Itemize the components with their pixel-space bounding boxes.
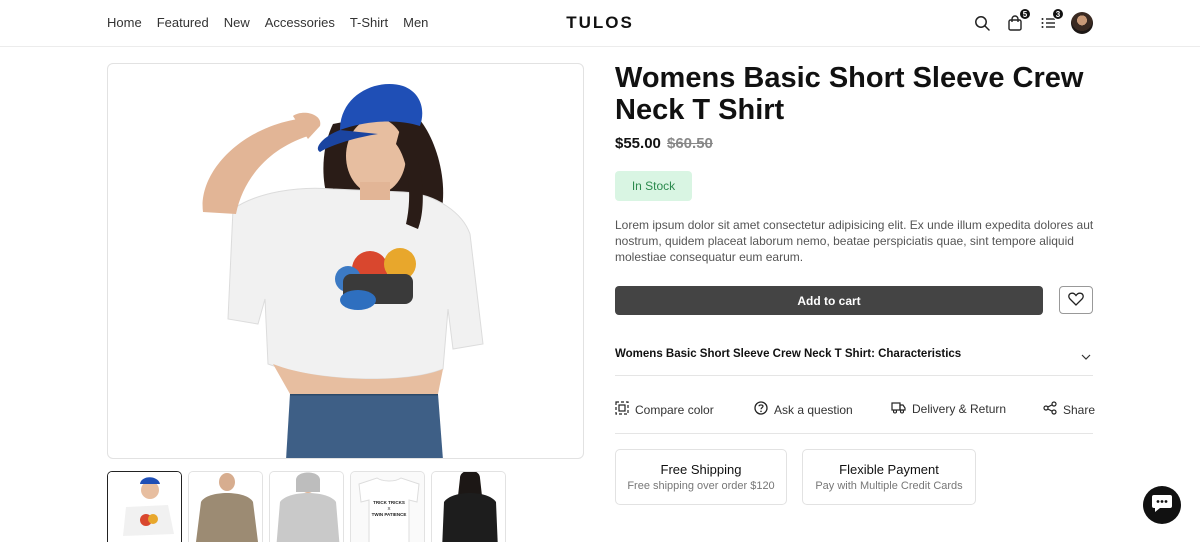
product-description: Lorem ipsum dolor sit amet consectetur a…	[615, 218, 1094, 264]
thumbnail-5[interactable]	[431, 471, 506, 542]
share-action[interactable]: Share	[1043, 401, 1095, 418]
compare-count-badge: 3	[1052, 8, 1064, 20]
free-shipping-card: Free Shipping Free shipping over order $…	[615, 449, 787, 505]
heart-icon	[1068, 292, 1084, 309]
model-photo	[202, 83, 484, 458]
product-actions: Compare color Ask a question Delivery & …	[615, 399, 1095, 434]
thumbnail-2[interactable]	[188, 471, 263, 542]
compare-list-icon[interactable]: 3	[1038, 8, 1064, 33]
chevron-down-icon	[1081, 349, 1091, 367]
wishlist-button[interactable]	[1059, 286, 1093, 314]
ask-question-label: Ask a question	[774, 402, 853, 417]
delivery-return-action[interactable]: Delivery & Return	[891, 401, 1006, 417]
characteristics-accordion[interactable]: Womens Basic Short Sleeve Crew Neck T Sh…	[615, 340, 1093, 376]
thumbnail-1[interactable]	[107, 471, 182, 542]
header-icons: 5 3	[972, 8, 1093, 34]
thumbnail-tee-print: X	[387, 506, 390, 511]
truck-icon	[891, 401, 906, 417]
product-price: $55.00	[615, 135, 661, 152]
free-shipping-title: Free Shipping	[660, 462, 742, 477]
share-icon	[1043, 401, 1057, 418]
share-label: Share	[1063, 402, 1096, 417]
product-main-image[interactable]	[107, 63, 584, 459]
thumbnail-4[interactable]: TRICK TRICKS X TWIN PATIENCE	[350, 471, 425, 542]
free-shipping-subtitle: Free shipping over order $120	[627, 480, 775, 492]
characteristics-label: Womens Basic Short Sleeve Crew Neck T Sh…	[615, 348, 962, 360]
compare-color-label: Compare color	[635, 402, 714, 417]
question-icon	[754, 401, 768, 418]
flexible-payment-subtitle: Pay with Multiple Credit Cards	[815, 480, 963, 492]
delivery-return-label: Delivery & Return	[912, 402, 1007, 416]
compare-color-action[interactable]: Compare color	[615, 401, 714, 418]
thumbnail-3[interactable]	[269, 471, 344, 542]
product-old-price: $60.50	[667, 135, 713, 152]
thumbnail-tee-print: TWIN PATIENCE	[372, 512, 407, 517]
thumbnail-tee-print: TRICK TRICKS	[373, 500, 405, 505]
site-header: Home Featured New Accessories T-Shirt Me…	[0, 0, 1200, 47]
flexible-payment-card: Flexible Payment Pay with Multiple Credi…	[802, 449, 976, 505]
cart-count-badge: 5	[1019, 8, 1031, 20]
ask-question-action[interactable]: Ask a question	[754, 401, 853, 418]
user-avatar[interactable]	[1071, 12, 1093, 34]
thumbnail-strip: TRICK TRICKS X TWIN PATIENCE	[107, 471, 506, 542]
add-to-cart-button[interactable]: Add to cart	[615, 286, 1043, 315]
chat-bubble-icon	[1151, 493, 1173, 518]
flexible-payment-title: Flexible Payment	[839, 462, 939, 477]
product-title: Womens Basic Short Sleeve Crew Neck T Sh…	[615, 62, 1084, 126]
compare-icon	[615, 401, 629, 418]
stock-badge: In Stock	[615, 171, 692, 201]
search-icon[interactable]	[972, 13, 992, 33]
cart-icon[interactable]: 5	[1005, 8, 1031, 33]
chat-button[interactable]	[1143, 486, 1181, 524]
